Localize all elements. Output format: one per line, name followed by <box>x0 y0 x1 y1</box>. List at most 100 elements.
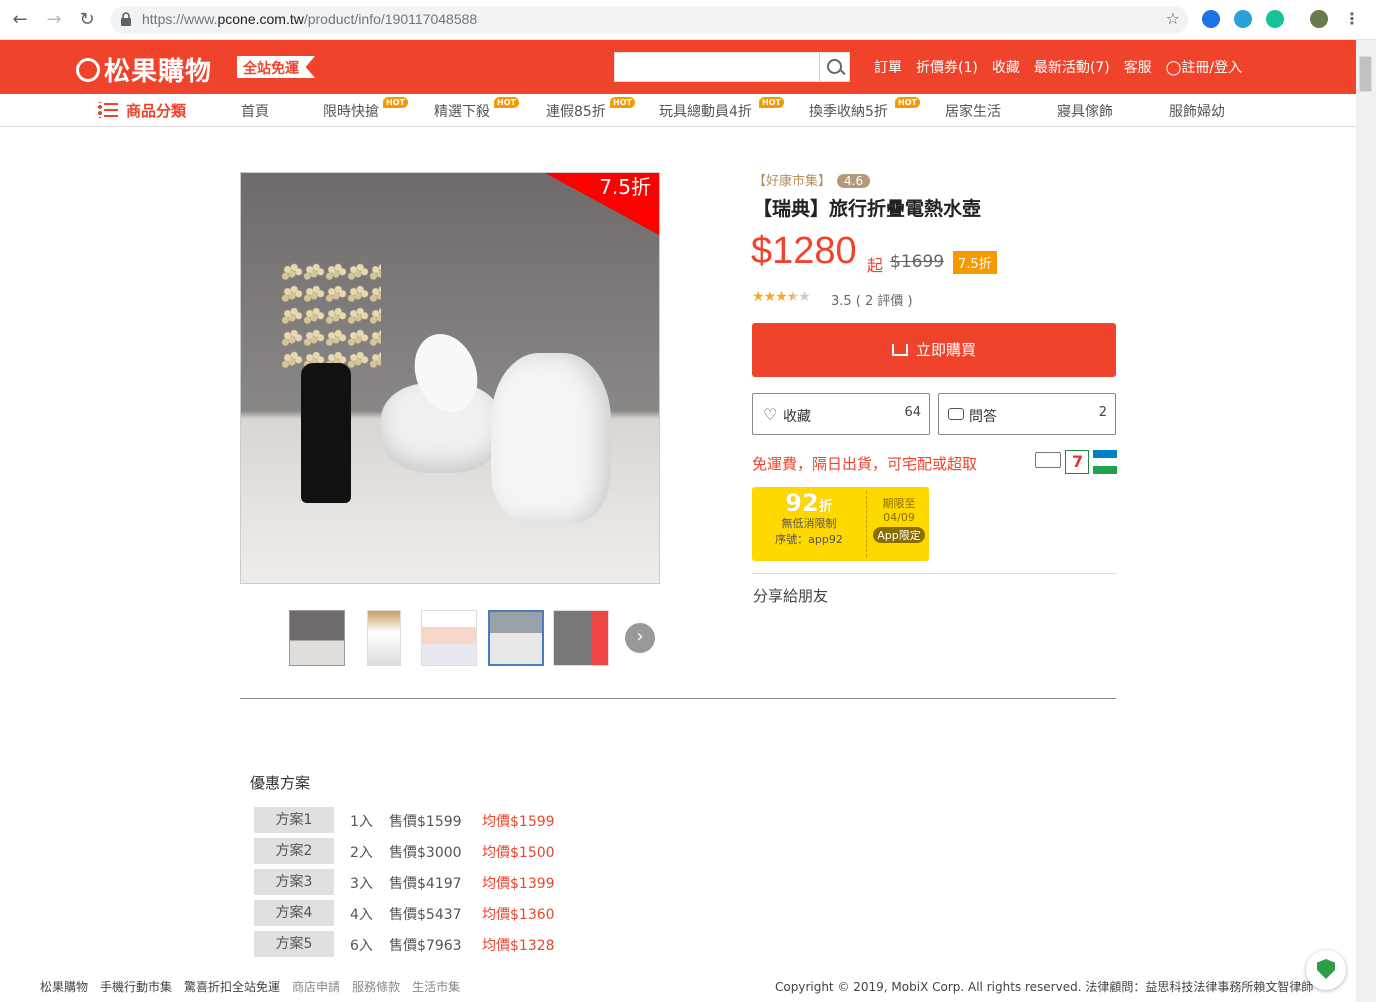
url-text: https://www.pcone.com.tw/product/info/19… <box>142 11 478 27</box>
thumbnail-3[interactable] <box>421 610 477 666</box>
product-price: $1280 <box>751 230 857 272</box>
category-menu-button[interactable]: 商品分類 <box>98 100 186 121</box>
orders-link[interactable]: 訂單 <box>874 57 902 77</box>
thumbnail-1[interactable] <box>289 610 345 666</box>
nav-home[interactable]: 首頁 <box>241 101 269 121</box>
flowers-decoration <box>281 263 381 373</box>
half-star-icon: ★ <box>786 289 800 305</box>
footer-link[interactable]: 服務條款 <box>352 980 400 994</box>
telegram-icon[interactable] <box>1234 10 1252 28</box>
user-icon: ◯ <box>1165 60 1182 76</box>
nav-holiday[interactable]: 連假85折 HOT <box>546 97 635 121</box>
qa-button[interactable]: 問答 2 <box>938 393 1116 435</box>
forward-icon[interactable]: → <box>42 8 66 32</box>
star-empty-icon: ★ <box>798 289 811 305</box>
star-icon: ★ <box>763 289 777 305</box>
rating-stars: ★★★★★ <box>752 289 811 305</box>
plan-tag: 方案5 <box>254 931 334 957</box>
coupons-link[interactable]: 折價券(1) <box>916 57 978 77</box>
cart-icon <box>891 344 908 356</box>
plan-row[interactable]: 方案3 3入 售價$4197 均價$1399 <box>254 869 754 895</box>
security-shield-icon[interactable] <box>1306 950 1346 990</box>
plan-sale-price: 售價$3000 <box>389 845 462 861</box>
product-main-image[interactable]: 7.5折 <box>240 172 660 584</box>
events-link[interactable]: 最新活動(7) <box>1034 57 1110 77</box>
shop-rating-badge: 4.6 <box>837 174 871 188</box>
favorite-button[interactable]: ♡ 收藏 64 <box>752 393 930 435</box>
section-divider <box>240 698 1116 699</box>
nav-storage[interactable]: 換季收納5折 HOT <box>809 97 920 121</box>
support-link[interactable]: 客服 <box>1124 57 1152 77</box>
footer-link[interactable]: 生活市集 <box>412 980 460 994</box>
plan-sale-price: 售價$1599 <box>389 814 462 830</box>
hot-badge: HOT <box>895 97 920 108</box>
nav-bedding[interactable]: 寢具傢飾 <box>1057 101 1113 121</box>
plan-qty: 6入 <box>350 938 373 954</box>
coupon-expiry: 期限至 04/09 App限定 <box>869 495 929 543</box>
grammarly-icon[interactable] <box>1266 10 1284 28</box>
plan-avg-price: 均價$1328 <box>482 938 555 954</box>
plan-avg-price: 均價$1500 <box>482 845 555 861</box>
nav-home-living[interactable]: 居家生活 <box>945 101 1001 121</box>
shipping-info: 免運費，隔日出貨，可宅配或超取 <box>752 455 978 473</box>
coupon-discount: 92折 <box>785 489 833 517</box>
search-input[interactable] <box>615 53 815 79</box>
footer-link[interactable]: 手機行動市集 <box>100 980 172 994</box>
free-shipping-tag[interactable]: 全站免運 <box>237 56 315 78</box>
profile-avatar[interactable] <box>1310 10 1328 28</box>
nav-toys[interactable]: 玩具總動員4折 HOT <box>659 97 784 121</box>
qa-count: 2 <box>1098 405 1107 420</box>
hot-badge: HOT <box>610 97 635 108</box>
coupon-card[interactable]: 92折 無低消限制 序號：app92 期限至 04/09 App限定 <box>752 487 929 561</box>
scrollbar-thumb[interactable] <box>1359 56 1372 92</box>
next-thumbnail-chevron-icon[interactable]: › <box>625 623 655 653</box>
thumbnail-5[interactable] <box>553 610 609 666</box>
browser-toolbar: ← → ↻ https://www.pcone.com.tw/product/i… <box>0 0 1376 40</box>
qa-label: 問答 <box>969 409 997 425</box>
thumbnail-4[interactable] <box>488 610 544 666</box>
nav-featured[interactable]: 精選下殺 HOT <box>434 97 519 121</box>
discount-badge: 7.5折 <box>953 251 997 274</box>
vase-decoration <box>301 363 351 503</box>
shop-name[interactable]: 【好康市集】 4.6 <box>753 170 871 189</box>
bookmark-star-icon[interactable]: ☆ <box>1166 9 1180 28</box>
extension-v-icon[interactable] <box>1202 10 1220 28</box>
site-logo[interactable]: 松果購物 <box>76 51 212 88</box>
coupon-details: 92折 無低消限制 序號：app92 <box>752 487 866 561</box>
nav-flash-sale[interactable]: 限時快搶 HOT <box>323 97 408 121</box>
seven-eleven-icon <box>1065 450 1089 474</box>
favorite-count: 64 <box>904 405 921 420</box>
favorites-link[interactable]: 收藏 <box>992 57 1020 77</box>
address-bar[interactable]: https://www.pcone.com.tw/product/info/19… <box>110 6 1188 34</box>
plan-row[interactable]: 方案1 1入 售價$1599 均價$1599 <box>254 807 754 833</box>
app-only-badge: App限定 <box>873 527 925 543</box>
buy-now-button[interactable]: 立即購買 <box>752 323 1116 377</box>
back-icon[interactable]: ← <box>8 8 32 32</box>
browser-menu-icon[interactable]: ⋮ <box>1344 9 1360 28</box>
share-label[interactable]: 分享給朋友 <box>753 585 828 606</box>
reviews-count[interactable]: 3.5 ( 2 評價 ) <box>831 290 913 309</box>
header-links: 訂單 折價券(1) 收藏 最新活動(7) 客服 ◯註冊/登入 <box>874 57 1242 77</box>
category-nav: 商品分類 首頁 限時快搶 HOT 精選下殺 HOT 連假85折 HOT 玩具總動員4折… <box>0 94 1356 127</box>
plan-row[interactable]: 方案5 6入 售價$7963 均價$1328 <box>254 931 754 957</box>
footer-brand[interactable]: 松果購物 <box>40 980 88 994</box>
reload-icon[interactable]: ↻ <box>75 8 99 32</box>
plan-row[interactable]: 方案2 2入 售價$3000 均價$1500 <box>254 838 754 864</box>
plan-row[interactable]: 方案4 4入 售價$5437 均價$1360 <box>254 900 754 926</box>
page-footer: 松果購物 手機行動市集 驚喜折扣全站免運 商店申請 服務條款 生活市集 Copyright… <box>0 970 1356 1002</box>
footer-link[interactable]: 驚喜折扣全站免運 <box>184 980 280 994</box>
hot-badge: HOT <box>494 97 519 108</box>
page-scrollbar[interactable] <box>1356 40 1376 1002</box>
lock-icon <box>121 12 131 26</box>
list-icon <box>98 102 118 118</box>
login-link[interactable]: ◯註冊/登入 <box>1166 57 1242 77</box>
thumbnail-2[interactable] <box>367 610 401 666</box>
search-box[interactable] <box>614 52 850 82</box>
plan-qty: 4入 <box>350 907 373 923</box>
truck-icon <box>1035 452 1061 468</box>
product-title: 【瑞典】旅行折疊電熱水壺 <box>753 198 982 220</box>
star-icon: ★ <box>775 289 788 305</box>
footer-link[interactable]: 商店申請 <box>292 980 340 994</box>
search-icon[interactable] <box>819 53 849 81</box>
nav-fashion[interactable]: 服飾婦幼 <box>1169 101 1225 121</box>
